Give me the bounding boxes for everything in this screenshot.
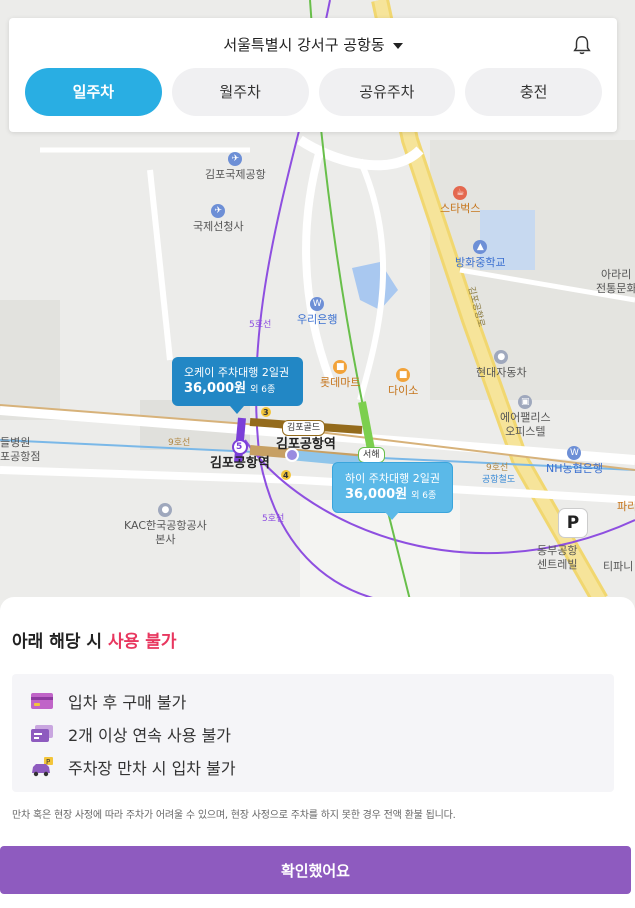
airplane-icon: ✈ (228, 152, 243, 166)
parking-marker-icon[interactable]: P (558, 508, 588, 538)
restriction-item: 2개 이상 연속 사용 불가 (30, 717, 596, 750)
refund-notice: 만차 혹은 현장 사정에 따라 주차가 어려울 수 있으며, 현장 사정으로 주… (12, 810, 456, 821)
place-icon: ● (158, 503, 173, 517)
airport-rail-label: 공항철도 (482, 475, 516, 485)
line9-label: 9호선 (168, 438, 191, 448)
bank-icon: W (567, 446, 582, 460)
confirm-button[interactable]: 확인했어요 (0, 846, 631, 894)
poi-airpalace[interactable]: ▣ 에어팰리스 오피스텔 (500, 395, 551, 439)
tickets-icon (31, 724, 53, 742)
caret-down-icon (392, 42, 403, 49)
credit-card-icon (31, 692, 53, 709)
poi-international-terminal[interactable]: ✈ 국제선청사 (193, 204, 244, 234)
tab-daily-parking[interactable]: 일주차 (25, 68, 162, 116)
line5-label: 5호선 (249, 320, 272, 330)
airplane-icon: ✈ (211, 204, 226, 218)
car-parking-icon: P (32, 756, 53, 776)
poi-banghwa-school[interactable]: ▲ 방화중학교 (455, 240, 506, 270)
tab-bar: 일주차 월주차 공유주차 충전 (25, 68, 602, 116)
poi-hospital[interactable]: 들병원 포공항점 (0, 436, 40, 464)
poi-arari[interactable]: 아라리 전통문화 (596, 268, 635, 296)
parking-card-ok[interactable]: 오케이 주차대행 2일권 36,000원 외 6종 (172, 357, 303, 414)
poi-daiso[interactable]: ■ 다이소 (388, 368, 418, 398)
poi-tiffany[interactable]: 티파니 (603, 560, 633, 574)
tab-charging[interactable]: 충전 (465, 68, 602, 116)
poi-pari[interactable]: 파리 (617, 500, 635, 514)
school-icon: ▲ (473, 240, 488, 254)
restriction-item: P 주차장 만차 시 입차 불가 (30, 750, 596, 783)
line5-label-2: 5호선 (262, 514, 285, 524)
line5-badge: 5 (236, 442, 243, 452)
poi-lotte-mart[interactable]: ■ 롯데마트 (320, 360, 360, 390)
shopping-icon: ■ (396, 368, 411, 382)
bank-icon: W (310, 297, 325, 311)
poi-dongbu[interactable]: 동부공항 센트레빌 (537, 544, 577, 572)
restriction-item: 입차 후 구매 불가 (30, 684, 596, 717)
place-icon: ● (494, 350, 509, 364)
poi-gimpo-airport[interactable]: ✈ 김포국제공항 (205, 152, 266, 182)
station-label-main[interactable]: 김포공항역 (276, 438, 336, 452)
poi-kac[interactable]: ● KAC한국공항공사 본사 (124, 503, 207, 547)
parking-card-hi[interactable]: 하이 주차대행 2일권 36,000원 외 6종 (332, 462, 453, 520)
poi-woori-bank[interactable]: W 우리은행 (297, 297, 337, 327)
poi-nh-bank[interactable]: W NH농협은행 (546, 446, 603, 476)
gimpo-gold-label: 김포골드 (282, 420, 326, 436)
sheet-title: 아래 해당 시 사용 불가 (12, 632, 177, 652)
exit-4-badge: 4 (283, 471, 289, 480)
exit-3-badge: 3 (263, 408, 269, 417)
search-panel: 서울특별시 강서구 공항동 일주차 월주차 공유주차 충전 (9, 18, 617, 132)
shopping-icon: ■ (333, 360, 348, 374)
bell-icon[interactable] (571, 34, 593, 56)
poi-starbucks[interactable]: ☕ 스타벅스 (440, 186, 480, 216)
tab-shared-parking[interactable]: 공유주차 (318, 68, 456, 116)
tab-monthly-parking[interactable]: 월주차 (171, 68, 309, 116)
restriction-list: 입차 후 구매 불가 2개 이상 연속 사용 불가 P 주차장 만차 시 입차 … (12, 674, 614, 792)
station-label[interactable]: 김포공항역 (210, 457, 270, 471)
cafe-icon: ☕ (453, 186, 468, 200)
location-selector[interactable]: 서울특별시 강서구 공항동 (9, 34, 617, 55)
poi-hyundai[interactable]: ● 현대자동차 (476, 350, 527, 380)
building-icon: ▣ (518, 395, 533, 409)
seohae-label: 서해 (358, 447, 385, 463)
usage-restrictions-sheet: 아래 해당 시 사용 불가 입차 후 구매 불가 2개 이상 연속 사용 불가 P (0, 597, 635, 908)
